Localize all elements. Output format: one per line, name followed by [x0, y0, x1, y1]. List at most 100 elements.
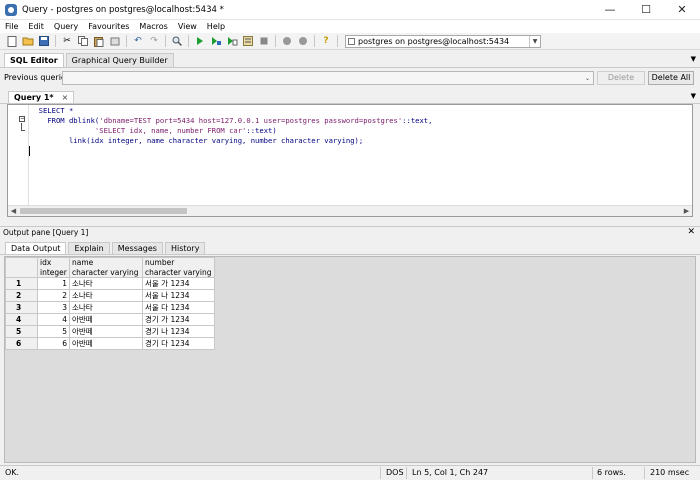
cell-name[interactable]: 소나타 — [69, 289, 143, 302]
table-row[interactable]: 3 3 소나타 서울 다 1234 — [5, 301, 215, 314]
cell-idx[interactable]: 3 — [37, 301, 70, 314]
connection-select[interactable]: postgres on postgres@localhost:5434 ▼ — [345, 34, 541, 48]
cut-icon[interactable]: ✂ — [60, 35, 74, 48]
sql-alias-definition: link(idx integer, name character varying… — [68, 136, 364, 145]
execute-pgscript-icon[interactable] — [209, 35, 223, 48]
editor-horizontal-scrollbar[interactable]: ◀ ▶ — [8, 205, 692, 216]
new-file-icon[interactable] — [5, 35, 19, 48]
menu-bar: File Edit Query Favourites Macros View H… — [0, 20, 700, 33]
tab-query-1-label: Query 1* — [14, 93, 54, 102]
open-file-icon[interactable] — [21, 35, 35, 48]
sql-cast-1: ::text, — [402, 116, 433, 125]
delete-button[interactable]: Delete — [597, 70, 645, 85]
row-number[interactable]: 2 — [5, 289, 38, 302]
cell-name[interactable]: 아반떼 — [69, 325, 143, 338]
tab-messages[interactable]: Messages — [111, 242, 163, 254]
explain-options-icon[interactable] — [296, 35, 310, 48]
previous-queries-select[interactable]: ⌄ — [62, 70, 594, 85]
cell-idx[interactable]: 5 — [37, 325, 70, 338]
delete-all-button[interactable]: Delete All — [648, 70, 694, 85]
chevron-down-icon[interactable]: ⌄ — [582, 73, 593, 84]
cell-name[interactable]: 아반떼 — [69, 337, 143, 350]
cell-idx[interactable]: 2 — [37, 289, 70, 302]
find-icon[interactable] — [170, 35, 184, 48]
status-divider — [592, 467, 593, 479]
cell-idx[interactable]: 1 — [37, 277, 70, 290]
tab-sql-editor[interactable]: SQL Editor — [4, 53, 64, 67]
execute-query-icon[interactable] — [193, 35, 207, 48]
tab-explain[interactable]: Explain — [68, 242, 110, 254]
connection-checkbox-icon — [348, 37, 355, 45]
corner-cell[interactable] — [5, 257, 38, 278]
editor-gutter: − — [8, 105, 28, 206]
table-row[interactable]: 5 5 아반떼 경기 나 1234 — [5, 325, 215, 338]
tab-history[interactable]: History — [164, 242, 206, 254]
cell-number[interactable]: 경기 다 1234 — [142, 337, 215, 350]
close-tab-icon[interactable]: × — [62, 93, 69, 102]
status-divider — [406, 467, 407, 479]
cell-number[interactable]: 서울 가 1234 — [142, 277, 215, 290]
sql-code[interactable]: SELECT * FROM dblink('dbname=TEST port=5… — [30, 106, 433, 146]
cell-name[interactable]: 소나타 — [69, 277, 143, 290]
minimize-button[interactable]: — — [592, 0, 628, 20]
row-number[interactable]: 1 — [5, 277, 38, 290]
scroll-left-icon[interactable]: ◀ — [8, 206, 19, 216]
cell-name[interactable]: 소나타 — [69, 301, 143, 314]
row-number[interactable]: 5 — [5, 325, 38, 338]
sql-editor[interactable]: − SELECT * FROM dblink('dbname=TEST port… — [7, 104, 693, 217]
paste-icon[interactable] — [92, 35, 106, 48]
menu-query[interactable]: Query — [49, 22, 83, 31]
cancel-query-icon[interactable] — [257, 35, 271, 48]
cell-number[interactable]: 서울 나 1234 — [142, 289, 215, 302]
cell-idx[interactable]: 6 — [37, 337, 70, 350]
scrollbar-thumb[interactable] — [20, 208, 187, 214]
cell-number[interactable]: 경기 가 1234 — [142, 313, 215, 326]
table-row[interactable]: 4 4 아반떼 경기 가 1234 — [5, 313, 215, 326]
tab-graphical-query-builder[interactable]: Graphical Query Builder — [65, 53, 174, 67]
fold-collapse-icon[interactable]: − — [19, 116, 25, 122]
menu-help[interactable]: Help — [202, 22, 230, 31]
column-name: name — [72, 258, 94, 267]
column-header-number[interactable]: number character varying — [142, 257, 215, 278]
undo-icon[interactable]: ↶ — [131, 35, 145, 48]
menu-edit[interactable]: Edit — [23, 22, 49, 31]
status-divider — [644, 467, 645, 479]
clear-icon[interactable] — [108, 35, 122, 48]
scroll-right-icon[interactable]: ▶ — [681, 206, 692, 216]
menu-view[interactable]: View — [173, 22, 202, 31]
save-file-icon[interactable] — [37, 35, 51, 48]
toolbar-separator — [126, 35, 127, 47]
table-row[interactable]: 6 6 아반떼 경기 다 1234 — [5, 337, 215, 350]
status-bar: OK. DOS Ln 5, Col 1, Ch 247 6 rows. 210 … — [0, 465, 700, 480]
maximize-button[interactable]: ☐ — [628, 0, 664, 20]
cell-number[interactable]: 경기 나 1234 — [142, 325, 215, 338]
close-output-pane-icon[interactable]: ✕ — [687, 227, 695, 237]
menu-macros[interactable]: Macros — [134, 22, 172, 31]
row-number[interactable]: 3 — [5, 301, 38, 314]
cell-idx[interactable]: 4 — [37, 313, 70, 326]
analyze-icon[interactable] — [280, 35, 294, 48]
chevron-down-icon[interactable]: ▼ — [529, 35, 540, 47]
menu-file[interactable]: File — [0, 22, 23, 31]
panel-menu-icon[interactable]: ▼ — [691, 55, 696, 63]
redo-icon[interactable]: ↷ — [147, 35, 161, 48]
cell-name[interactable]: 아반떼 — [69, 313, 143, 326]
copy-icon[interactable] — [76, 35, 90, 48]
menu-favourites[interactable]: Favourites — [83, 22, 134, 31]
help-icon[interactable]: ? — [319, 35, 333, 48]
row-number[interactable]: 6 — [5, 337, 38, 350]
tab-query-1[interactable]: Query 1* × — [8, 91, 75, 103]
close-window-button[interactable]: ✕ — [664, 0, 700, 20]
column-header-idx[interactable]: idx integer — [37, 257, 70, 278]
toolbar: ✂ ↶ ↷ ? postgres on postgres@localhost:5… — [0, 33, 700, 50]
row-number[interactable]: 4 — [5, 313, 38, 326]
query-tabs-menu-icon[interactable]: ▼ — [691, 92, 696, 100]
execute-to-file-icon[interactable] — [225, 35, 239, 48]
column-header-name[interactable]: name character varying — [69, 257, 143, 278]
explain-query-icon[interactable] — [241, 35, 255, 48]
tab-data-output[interactable]: Data Output — [5, 242, 67, 254]
table-row[interactable]: 2 2 소나타 서울 나 1234 — [5, 289, 215, 302]
cell-number[interactable]: 서울 다 1234 — [142, 301, 215, 314]
output-pane-header: Output pane [Query 1] ✕ — [0, 226, 700, 238]
table-row[interactable]: 1 1 소나타 서울 가 1234 — [5, 277, 215, 290]
